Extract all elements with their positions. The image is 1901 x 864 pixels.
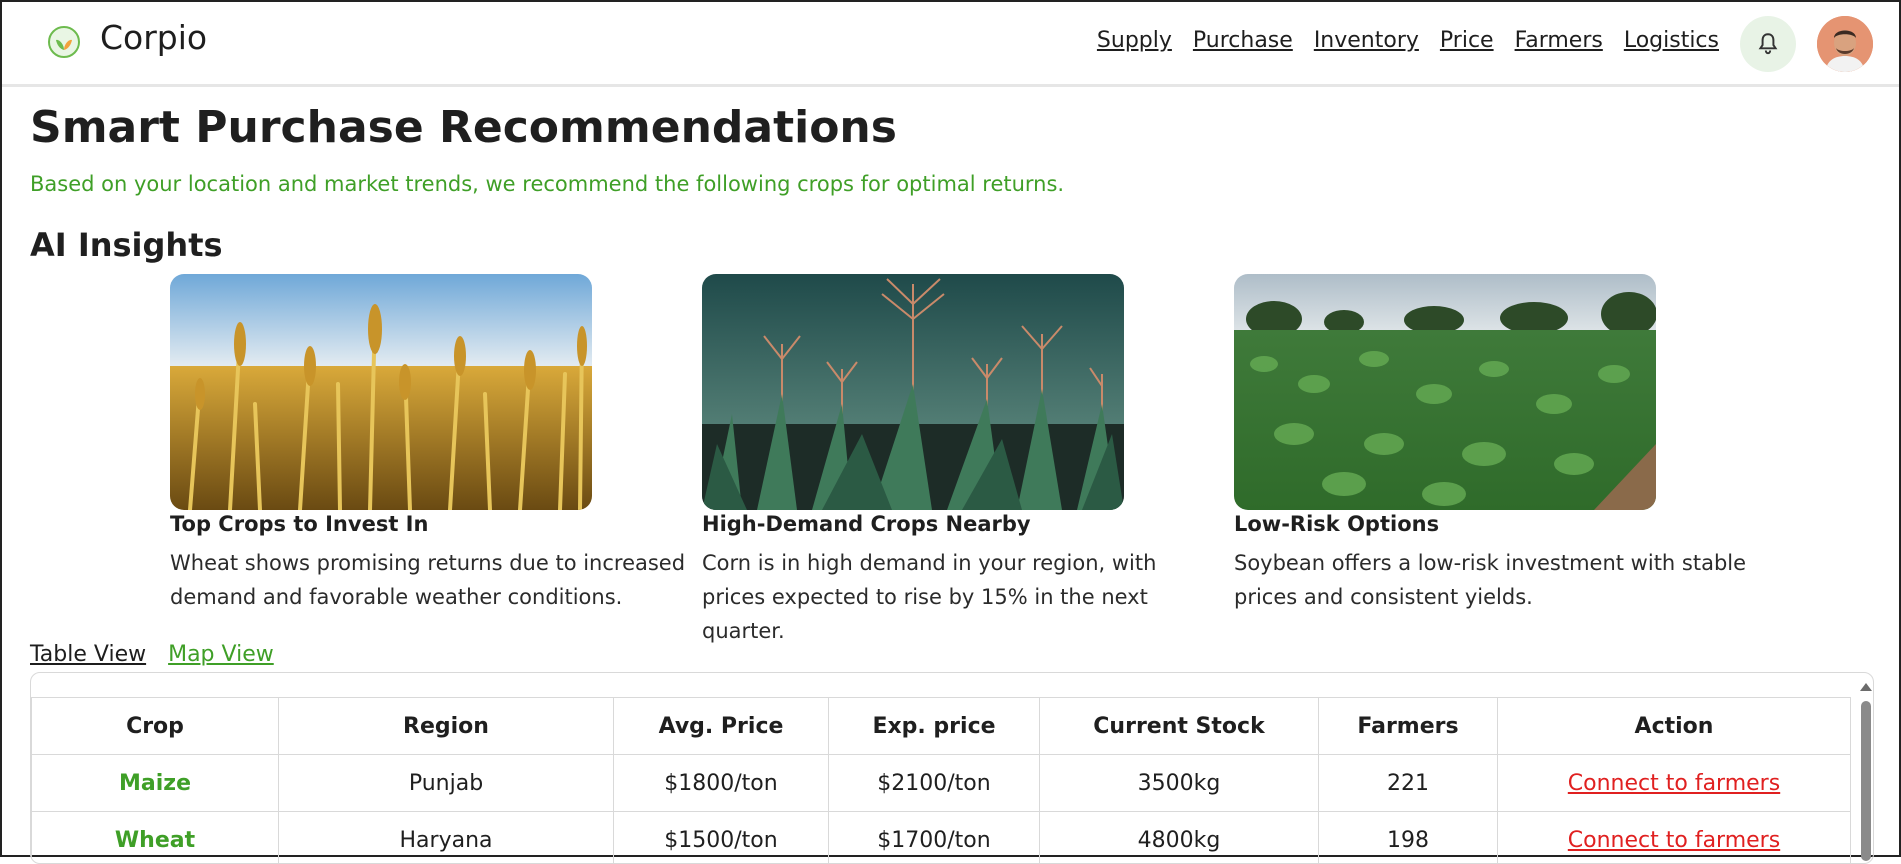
nav-inventory[interactable]: Inventory [1314,28,1419,53]
insight-card-low-risk: Low-Risk Options Soybean offers a low-ri… [1234,274,1754,614]
column-header: Exp. price [829,698,1040,755]
page-title: Smart Purchase Recommendations [30,102,897,153]
column-header: Avg. Price [614,698,829,755]
region-cell: Punjab [279,755,614,812]
corn-field-image [702,274,1124,510]
avg-price-cell: $1800/ton [614,755,829,812]
insight-card-top-crops: Top Crops to Invest In Wheat shows promi… [170,274,690,614]
nav-supply[interactable]: Supply [1097,28,1172,53]
column-header: Current Stock [1040,698,1319,755]
table-row: Wheat Haryana $1500/ton $1700/ton 4800kg… [32,812,1851,864]
soybean-field-image [1234,274,1656,510]
stock-cell: 3500kg [1040,755,1319,812]
stock-cell: 4800kg [1040,812,1319,864]
leaf-logo-icon [46,24,82,60]
farmers-cell: 198 [1319,812,1498,864]
bell-icon [1755,31,1781,57]
scrollbar-thumb[interactable] [1861,701,1871,861]
region-cell: Haryana [279,812,614,864]
card-description: Wheat shows promising returns due to inc… [170,546,690,614]
column-header: Region [279,698,614,755]
page-subtitle: Based on your location and market trends… [30,172,1064,196]
tab-map-view[interactable]: Map View [168,642,274,667]
crop-cell: Wheat [32,812,279,864]
view-tabs: Table View Map View [30,642,274,667]
card-title: Top Crops to Invest In [170,512,690,536]
card-title: High-Demand Crops Nearby [702,512,1222,536]
column-header: Action [1498,698,1851,755]
nav-farmers[interactable]: Farmers [1515,28,1603,53]
nav-price[interactable]: Price [1440,28,1494,53]
action-cell: Connect to farmers [1498,812,1851,864]
table-scrollbar[interactable] [1859,681,1873,861]
section-title: AI Insights [30,226,223,264]
nav-logistics[interactable]: Logistics [1624,28,1719,53]
tab-table-view[interactable]: Table View [30,642,146,667]
column-header: Farmers [1319,698,1498,755]
avg-price-cell: $1500/ton [614,812,829,864]
top-header: Corpio Supply Purchase Inventory Price F… [2,2,1899,87]
connect-to-farmers-link[interactable]: Connect to farmers [1568,828,1780,853]
card-description: Soybean offers a low-risk investment wit… [1234,546,1754,614]
user-avatar-image [1817,16,1873,72]
table-row: Maize Punjab $1800/ton $2100/ton 3500kg … [32,755,1851,812]
notifications-button[interactable] [1740,16,1796,72]
action-cell: Connect to farmers [1498,755,1851,812]
card-description: Corn is in high demand in your region, w… [702,546,1222,648]
recommendations-table-container: Crop Region Avg. Price Exp. price Curren… [30,672,1874,864]
main-nav: Supply Purchase Inventory Price Farmers … [1097,28,1719,53]
crop-cell: Maize [32,755,279,812]
farmers-cell: 221 [1319,755,1498,812]
connect-to-farmers-link[interactable]: Connect to farmers [1568,771,1780,796]
wheat-field-image [170,274,592,510]
user-avatar[interactable] [1817,16,1873,72]
table-header-row: Crop Region Avg. Price Exp. price Curren… [32,698,1851,755]
exp-price-cell: $1700/ton [829,812,1040,864]
exp-price-cell: $2100/ton [829,755,1040,812]
nav-purchase[interactable]: Purchase [1193,28,1293,53]
insight-card-high-demand: High-Demand Crops Nearby Corn is in high… [702,274,1222,648]
recommendations-table: Crop Region Avg. Price Exp. price Curren… [31,697,1851,864]
brand-name[interactable]: Corpio [100,18,207,57]
column-header: Crop [32,698,279,755]
card-title: Low-Risk Options [1234,512,1754,536]
scroll-up-arrow-icon[interactable] [1860,683,1872,691]
